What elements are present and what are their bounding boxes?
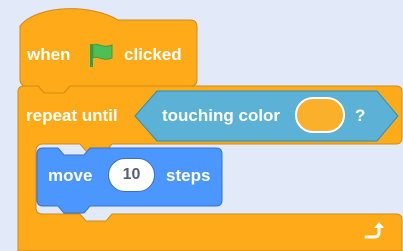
question-mark-label: ? bbox=[355, 106, 366, 125]
repeat-until-label: repeat until bbox=[26, 106, 118, 125]
color-swatch-input[interactable] bbox=[295, 97, 345, 133]
green-flag-icon bbox=[90, 43, 113, 67]
when-label: when bbox=[27, 45, 71, 64]
code-workspace[interactable]: when clicked repeat until touching color… bbox=[0, 0, 403, 251]
move-label: move bbox=[48, 166, 93, 185]
steps-number-input[interactable]: 10 bbox=[108, 158, 155, 192]
touching-color-label: touching color bbox=[162, 106, 281, 125]
clicked-label: clicked bbox=[124, 45, 182, 64]
steps-label: steps bbox=[166, 166, 211, 185]
loop-arrow-icon bbox=[364, 222, 384, 239]
